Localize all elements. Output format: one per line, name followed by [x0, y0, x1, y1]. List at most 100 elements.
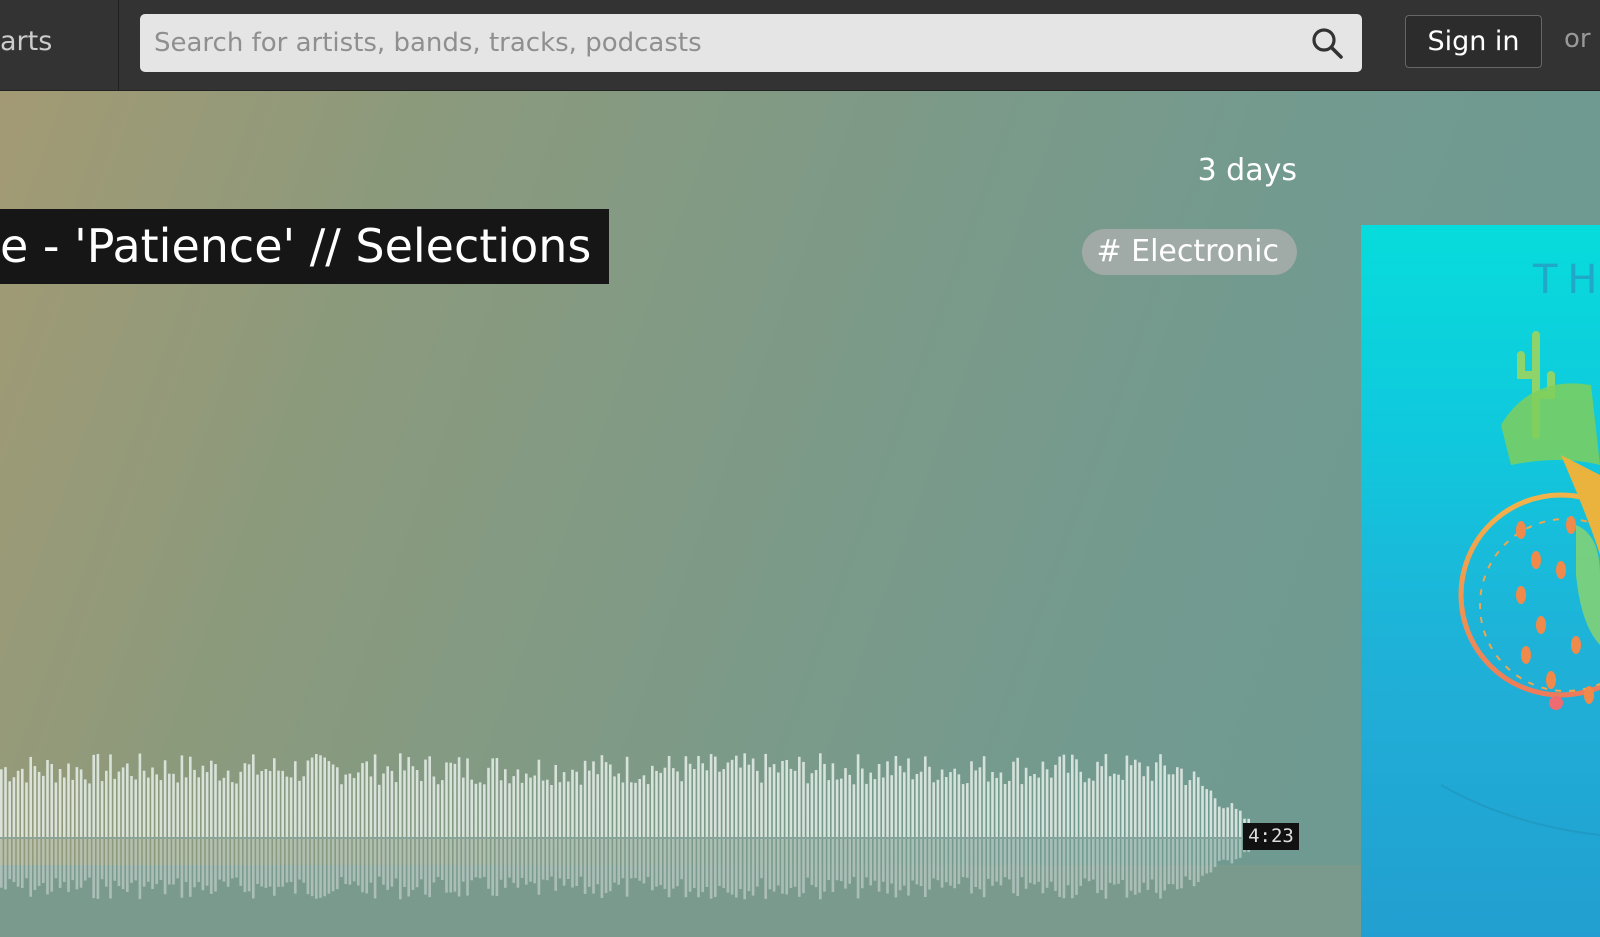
waveform-reflection-bar — [1192, 839, 1196, 887]
waveform-bar — [25, 782, 28, 837]
waveform-bar — [210, 760, 213, 837]
waveform-reflection-bar — [693, 839, 696, 888]
waveform-reflection-bar — [247, 839, 251, 892]
waveform-bar — [281, 770, 284, 837]
waveform-reflection-bar — [726, 839, 730, 893]
waveform-bar — [953, 768, 956, 837]
waveform-bar — [46, 760, 49, 837]
waveform-reflection-bar — [621, 839, 625, 879]
waveform-bar — [344, 774, 347, 837]
waveform-bar — [1096, 761, 1099, 837]
waveform-reflection-bar — [953, 839, 956, 889]
waveform-reflection-bar — [344, 839, 347, 884]
waveform-bar — [63, 777, 66, 837]
waveform-reflection-bar — [949, 839, 952, 886]
waveform-bar — [709, 754, 713, 837]
waveform-reflection-bar — [445, 839, 448, 893]
waveform-reflection-bar — [315, 839, 318, 899]
waveform-bar — [470, 779, 473, 837]
search-input[interactable] — [140, 14, 1290, 72]
waveform-bar — [285, 776, 289, 837]
waveform-reflection-bar — [512, 839, 515, 883]
waveform-bar — [512, 776, 515, 837]
waveform-bar — [369, 776, 373, 837]
waveform-reflection-bar — [79, 839, 83, 888]
waveform-bar — [260, 771, 263, 837]
waveform-bar — [747, 764, 751, 837]
waveform-reflection-bar — [340, 839, 343, 877]
waveform-bar — [541, 780, 545, 837]
waveform-bar — [1163, 765, 1166, 837]
nav-link-charts[interactable]: arts — [0, 0, 119, 91]
waveform-bar — [382, 773, 385, 837]
track-title[interactable]: e - 'Patience' // Selections — [0, 209, 610, 284]
waveform-reflection-bar — [441, 839, 444, 880]
waveform-bar — [898, 765, 902, 837]
waveform-bar — [193, 769, 196, 837]
waveform-bar — [777, 772, 780, 837]
waveform-bar — [1113, 773, 1116, 837]
waveform-reflection-bar — [869, 839, 872, 886]
waveform-reflection-bar — [168, 839, 171, 885]
waveform-bar — [222, 777, 226, 837]
waveform-bar — [390, 770, 394, 837]
waveform-reflection-bar — [672, 839, 675, 889]
waveform-reflection-bar — [520, 839, 524, 878]
waveform-reflection-bar — [827, 839, 830, 880]
waveform-reflection-bar — [1142, 839, 1145, 883]
waveform-bar — [1125, 755, 1129, 837]
waveform-bar — [1008, 780, 1011, 837]
waveform-bar — [743, 753, 746, 837]
search-icon[interactable] — [1310, 26, 1344, 60]
waveform-bar — [949, 772, 952, 837]
waveform-bar — [1146, 766, 1150, 837]
waveform-reflection-bar — [1117, 839, 1120, 884]
waveform-bar — [1167, 774, 1171, 837]
waveform-bar — [462, 777, 465, 837]
waveform-bar — [142, 770, 146, 837]
waveform-bar — [239, 771, 242, 837]
waveform-bar — [575, 771, 578, 837]
waveform-player[interactable] — [0, 691, 1300, 921]
waveform-bar — [441, 780, 444, 837]
waveform-reflection-bar — [184, 839, 188, 882]
waveform-bar — [1079, 771, 1082, 837]
waveform-bar — [1075, 759, 1078, 837]
waveform-reflection-bar — [260, 839, 263, 887]
waveform-bar — [1083, 782, 1087, 837]
track-artwork[interactable]: TH — [1361, 225, 1600, 937]
waveform-bar — [814, 770, 818, 837]
waveform-reflection-bar — [1113, 839, 1116, 885]
waveform-reflection-bar — [768, 839, 772, 890]
waveform-bar — [1159, 754, 1162, 837]
waveform-bar — [1062, 754, 1066, 837]
waveform-bar — [1092, 780, 1095, 837]
waveform-bar — [1180, 768, 1183, 837]
waveform-reflection-bar — [138, 839, 142, 900]
waveform-bar — [1150, 780, 1154, 837]
waveform-reflection-bar — [50, 839, 53, 892]
waveform-reflection-bar — [1234, 839, 1238, 860]
waveform-bar — [100, 781, 104, 837]
waveform-reflection-bar — [709, 839, 713, 899]
sign-in-button[interactable]: Sign in — [1405, 15, 1542, 68]
waveform-bar — [714, 756, 717, 837]
waveform-reflection-bar — [1020, 839, 1024, 878]
waveform-reflection-bar — [37, 839, 41, 886]
waveform-bar — [54, 782, 58, 837]
waveform-reflection-bar — [600, 839, 604, 898]
waveform-reflection-bar — [747, 839, 751, 892]
waveform-reflection-bar — [1104, 839, 1108, 899]
waveform-reflection-bar — [835, 839, 839, 881]
waveform-bar — [835, 779, 839, 837]
waveform-reflection-bar — [1050, 839, 1053, 882]
waveform-bar — [466, 758, 469, 837]
waveform-reflection-bar — [226, 839, 230, 887]
artwork-text: TH — [1533, 257, 1600, 303]
waveform-bar — [869, 772, 872, 837]
waveform-bar — [499, 780, 503, 837]
waveform-reflection-bar — [63, 839, 66, 882]
waveform-reflection-bar — [16, 839, 20, 887]
waveform-reflection-bar — [537, 839, 541, 895]
genre-tag[interactable]: # Electronic — [1082, 229, 1297, 275]
